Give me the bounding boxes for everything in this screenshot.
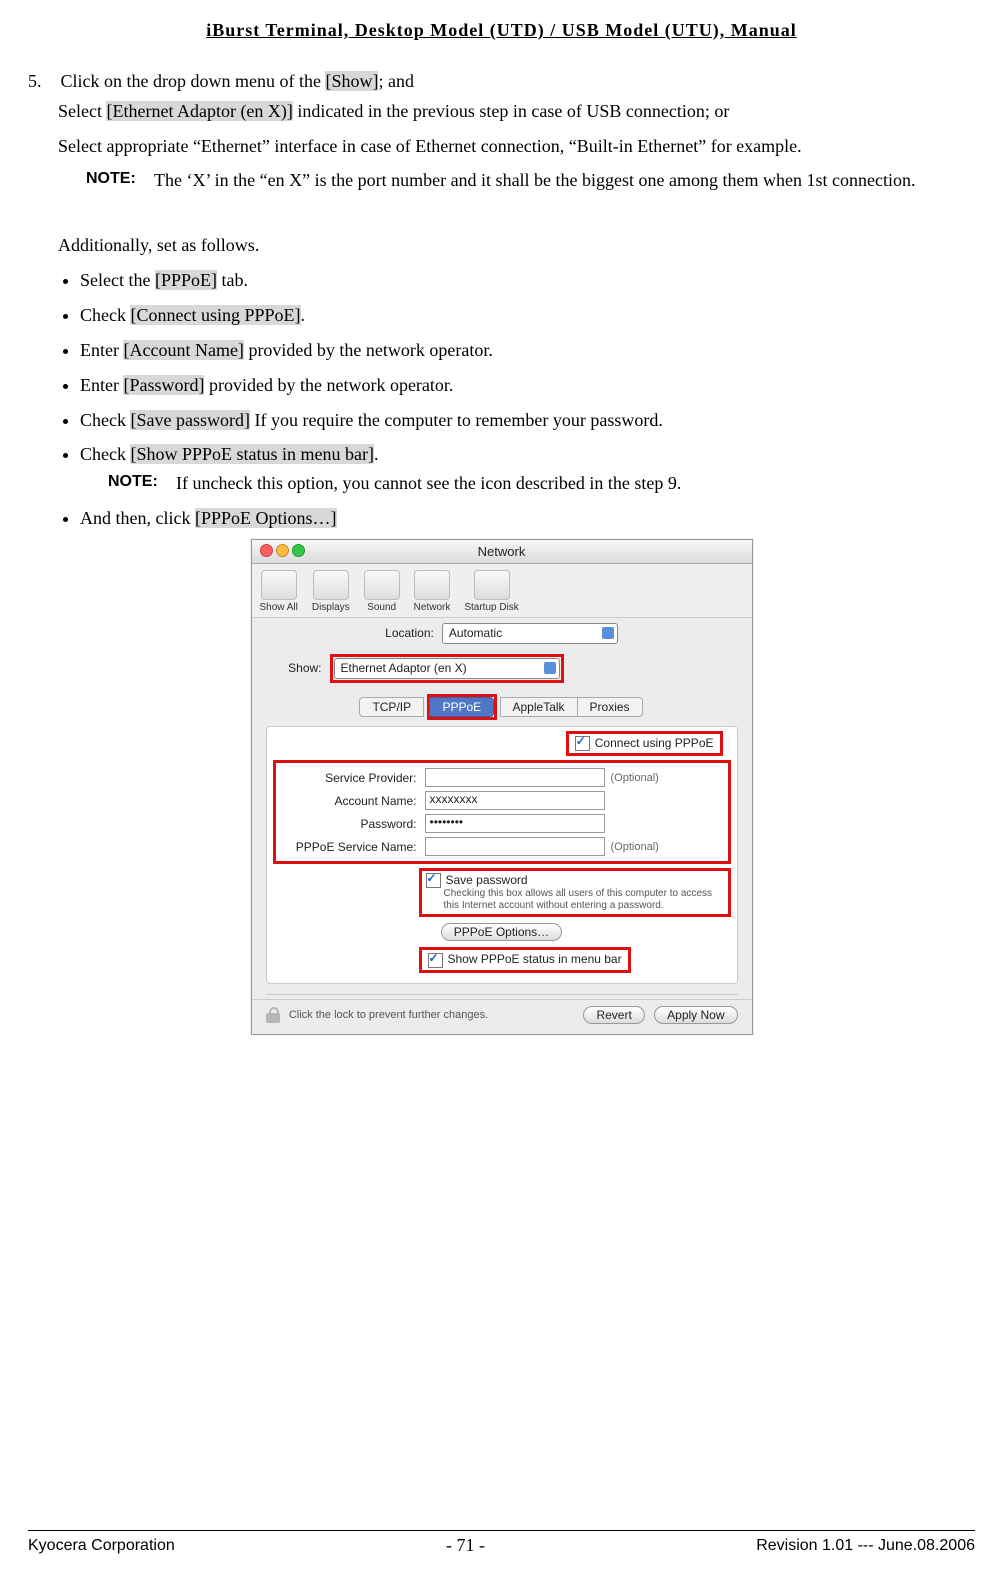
location-value: Automatic: [449, 626, 502, 640]
toolbar-show-all[interactable]: Show All: [260, 570, 298, 613]
account-name-input[interactable]: xxxxxxxx: [425, 791, 605, 810]
hl-connect-pppoe: [Connect using PPPoE]: [130, 305, 300, 325]
lbl: Sound: [367, 602, 396, 613]
b6c: .: [374, 444, 379, 464]
hl-show-status: [Show PPPoE status in menu bar]: [130, 444, 374, 464]
service-provider-label: Service Provider:: [277, 771, 425, 785]
show-status-checkbox[interactable]: [428, 953, 443, 968]
hl-pppoe-tab: [PPPoE]: [155, 270, 217, 290]
lbl: Startup Disk: [464, 602, 518, 613]
footer-left: Kyocera Corporation: [28, 1537, 175, 1555]
b1c: tab.: [217, 270, 248, 290]
bullet-list: Select the [PPPoE] tab. Check [Connect u…: [80, 266, 975, 532]
pppoe-panel: Connect using PPPoE Service Provider: (O…: [266, 726, 738, 984]
connect-pppoe-label: Connect using PPPoE: [595, 736, 714, 750]
location-select[interactable]: Automatic: [442, 623, 618, 644]
hl-password: [Password]: [123, 375, 204, 395]
lock-icon[interactable]: [266, 1007, 280, 1023]
step-3: Select appropriate “Ethernet” interface …: [58, 131, 975, 162]
note-text: The ‘X’ in the “en X” is the port number…: [154, 165, 975, 196]
step-2-c: indicated in the previous step in case o…: [293, 101, 729, 121]
hl-save-password: [Save password]: [130, 410, 249, 430]
toolbar-network[interactable]: Network: [414, 570, 451, 613]
tab-tcpip[interactable]: TCP/IP: [359, 697, 424, 717]
tab-appletalk[interactable]: AppleTalk: [500, 697, 578, 717]
window-traffic-lights[interactable]: [260, 544, 308, 560]
page-footer: Kyocera Corporation - 71 - Revision 1.01…: [28, 1530, 975, 1556]
hl-account-name: [Account Name]: [123, 340, 243, 360]
show-select[interactable]: Ethernet Adaptor (en X): [334, 658, 560, 679]
b4c: provided by the network operator.: [204, 375, 453, 395]
tab-pppoe[interactable]: PPPoE: [429, 697, 494, 717]
step-1-a: Click on the drop down menu of the: [61, 71, 326, 91]
minimize-icon[interactable]: [276, 544, 289, 557]
note-label: NOTE:: [86, 165, 154, 196]
screenshot-network-window: Network Show All Displays Sound Network …: [251, 539, 753, 1035]
highlight-tab-pppoe: PPPoE: [427, 694, 497, 720]
lbl: Displays: [312, 602, 350, 613]
tabs: TCP/IP PPPoE AppleTalkProxies: [252, 694, 752, 720]
page-header: iBurst Terminal, Desktop Model (UTD) / U…: [28, 20, 975, 41]
close-icon[interactable]: [260, 544, 273, 557]
password-label: Password:: [277, 817, 425, 831]
toolbar-startup-disk[interactable]: Startup Disk: [464, 570, 518, 613]
account-name-label: Account Name:: [277, 794, 425, 808]
optional-2: (Optional): [611, 841, 659, 853]
additional-heading: Additionally, set as follows.: [58, 230, 975, 261]
b1a: Select the: [80, 270, 155, 290]
password-input[interactable]: ••••••••: [425, 814, 605, 833]
b2c: .: [301, 305, 306, 325]
b7a: And then, click: [80, 508, 195, 528]
b4a: Enter: [80, 375, 123, 395]
b5c: If you require the computer to remember …: [250, 410, 663, 430]
step-number: 5.: [28, 71, 56, 92]
inner-note-label: NOTE:: [108, 469, 176, 498]
optional-1: (Optional): [611, 772, 659, 784]
footer-page-number: - 71 -: [446, 1535, 485, 1556]
b3c: provided by the network operator.: [244, 340, 493, 360]
lock-text: Click the lock to prevent further change…: [289, 1009, 488, 1021]
lbl: Show All: [260, 602, 298, 613]
show-label: Show:: [266, 661, 322, 675]
save-password-label: Save password: [446, 873, 528, 887]
tab-proxies[interactable]: Proxies: [577, 697, 643, 717]
toolbar-sound[interactable]: Sound: [364, 570, 400, 613]
toolbar-displays[interactable]: Displays: [312, 570, 350, 613]
highlight-fields: Service Provider: (Optional) Account Nam…: [273, 760, 731, 864]
highlight-save-password: Save password Checking this box allows a…: [419, 868, 731, 917]
save-password-checkbox[interactable]: [426, 873, 441, 888]
b3a: Enter: [80, 340, 123, 360]
connect-pppoe-checkbox[interactable]: [575, 736, 590, 751]
pppoe-service-name-label: PPPoE Service Name:: [277, 840, 425, 854]
highlight-connect-pppoe: Connect using PPPoE: [566, 731, 723, 756]
zoom-icon[interactable]: [292, 544, 305, 557]
step-1-c: ; and: [378, 71, 414, 91]
hl-show: [Show]: [325, 71, 378, 91]
b5a: Check: [80, 410, 130, 430]
apply-now-button[interactable]: Apply Now: [654, 1006, 737, 1024]
toolbar: Show All Displays Sound Network Startup …: [252, 564, 752, 618]
highlight-show: Ethernet Adaptor (en X): [330, 654, 564, 683]
save-password-hint: Checking this box allows all users of th…: [444, 888, 724, 912]
show-status-label: Show PPPoE status in menu bar: [448, 952, 622, 966]
pppoe-options-button[interactable]: PPPoE Options…: [441, 923, 562, 941]
window-titlebar[interactable]: Network: [252, 540, 752, 564]
highlight-show-status: Show PPPoE status in menu bar: [419, 947, 631, 972]
location-label: Location:: [385, 626, 434, 640]
show-value: Ethernet Adaptor (en X): [341, 661, 467, 675]
window-title: Network: [478, 544, 526, 559]
revert-button[interactable]: Revert: [583, 1006, 644, 1024]
footer-right: Revision 1.01 --- June.08.2006: [756, 1537, 975, 1555]
inner-note-text: If uncheck this option, you cannot see t…: [176, 469, 681, 498]
pppoe-service-name-input[interactable]: [425, 837, 605, 856]
hl-pppoe-options: [PPPoE Options…]: [195, 508, 337, 528]
service-provider-input[interactable]: [425, 768, 605, 787]
hl-ethernet-adaptor: [Ethernet Adaptor (en X)]: [106, 101, 292, 121]
b6a: Check: [80, 444, 130, 464]
b2a: Check: [80, 305, 130, 325]
lbl: Network: [414, 602, 451, 613]
step-2-a: Select: [58, 101, 106, 121]
